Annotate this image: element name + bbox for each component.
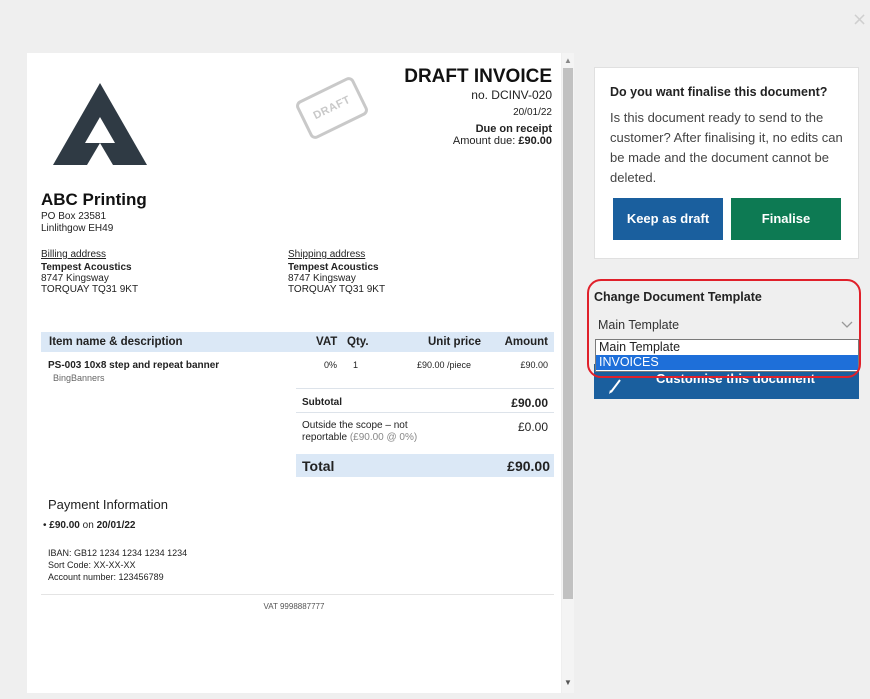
shipping-label: Shipping address xyxy=(288,249,366,260)
finalise-card: Do you want finalise this document? Is t… xyxy=(594,67,859,259)
item-qty: 1 xyxy=(353,360,359,370)
column-qty: Qty. xyxy=(347,336,369,348)
template-title: Change Document Template xyxy=(594,290,762,304)
finalise-button[interactable]: Finalise xyxy=(731,198,841,240)
billing-line: 8747 Kingsway xyxy=(41,273,109,284)
template-select[interactable]: Main Template xyxy=(594,312,859,338)
divider xyxy=(296,388,554,389)
payment-amount: £90.00 xyxy=(49,520,80,531)
company-address-line: Linlithgow EH49 xyxy=(41,223,114,234)
item-description: BingBanners xyxy=(53,373,105,383)
payment-date: 20/01/22 xyxy=(96,520,136,531)
keep-draft-button[interactable]: Keep as draft xyxy=(613,198,723,240)
scrollbar[interactable]: ▲ ▼ xyxy=(562,53,574,693)
payment-on: on xyxy=(82,520,94,531)
subtotal-value: £90.00 xyxy=(511,396,548,410)
item-unit-price: £90.00 /piece xyxy=(417,360,472,370)
template-selected-value: Main Template xyxy=(598,318,680,332)
column-item: Item name & description xyxy=(49,336,183,348)
sort-code: Sort Code: XX-XX-XX xyxy=(48,560,136,570)
scroll-down-arrow[interactable]: ▼ xyxy=(562,679,574,687)
invoice-preview: DRAFT DRAFT INVOICE no. DCINV-020 20/01/… xyxy=(27,53,561,693)
company-name: ABC Printing xyxy=(41,190,147,209)
column-vat: VAT xyxy=(316,336,338,348)
chevron-down-icon xyxy=(841,321,853,328)
column-unit-price: Unit price xyxy=(428,336,482,348)
template-option-main[interactable]: Main Template xyxy=(596,340,858,355)
out-of-scope-detail: (£90.00 @ 0%) xyxy=(349,432,418,443)
account-number: Account number: 123456789 xyxy=(48,572,164,582)
payment-title: Payment Information xyxy=(48,497,168,512)
invoice-number: no. DCINV-020 xyxy=(471,88,552,102)
iban: IBAN: GB12 1234 1234 1234 1234 xyxy=(48,548,188,558)
invoice-header: DRAFT INVOICE no. DCINV-020 20/01/22 Due… xyxy=(404,66,552,147)
due-terms: Due on receipt xyxy=(475,123,552,135)
column-amount: Amount xyxy=(504,336,548,348)
template-dropdown-list: Main Template INVOICES xyxy=(595,339,859,372)
total-value: £90.00 xyxy=(507,458,550,474)
finalise-body: Is this document ready to send to the cu… xyxy=(610,110,843,185)
shipping-line: 8747 Kingsway xyxy=(288,273,356,284)
customise-document-label: Customise this document xyxy=(656,371,815,386)
invoice-date: 20/01/22 xyxy=(513,107,552,118)
vat-registration: VAT 9998887777 xyxy=(263,602,325,611)
document-title: DRAFT INVOICE xyxy=(404,66,552,87)
out-of-scope-value: £0.00 xyxy=(517,420,548,434)
billing-line: TORQUAY TQ31 9KT xyxy=(41,284,139,295)
finalise-title: Do you want finalise this document? xyxy=(610,85,828,99)
billing-name: Tempest Acoustics xyxy=(41,262,132,273)
total-row: Total £90.00 xyxy=(296,454,554,477)
shipping-address: Shipping address Tempest Acoustics 8747 … xyxy=(288,249,385,295)
shipping-name: Tempest Acoustics xyxy=(288,262,379,273)
company-logo xyxy=(53,83,147,165)
close-icon[interactable]: × xyxy=(852,11,868,29)
divider xyxy=(296,412,554,413)
bank-details: IBAN: GB12 1234 1234 1234 1234 Sort Code… xyxy=(48,547,187,583)
amount-due: Amount due: £90.00 xyxy=(404,135,552,147)
item-vat: 0% xyxy=(324,360,338,370)
shipping-line: TORQUAY TQ31 9KT xyxy=(288,284,386,295)
billing-label: Billing address xyxy=(41,249,107,260)
item-name: PS-003 10x8 step and repeat banner xyxy=(48,360,220,371)
amount-due-label: Amount due: xyxy=(452,135,516,147)
company-address-line: PO Box 23581 xyxy=(41,211,107,222)
pencil-icon xyxy=(609,379,621,394)
item-amount: £90.00 xyxy=(520,360,548,370)
amount-due-value: £90.00 xyxy=(518,135,552,147)
items-table-header: Item name & description VAT Qty. Unit pr… xyxy=(41,332,554,352)
scroll-up-arrow[interactable]: ▲ xyxy=(562,57,574,65)
payment-entry: • £90.00 on 20/01/22 xyxy=(43,520,136,531)
scrollbar-thumb[interactable] xyxy=(563,68,573,599)
divider xyxy=(41,594,554,595)
template-option-invoices[interactable]: INVOICES xyxy=(596,355,858,370)
draft-stamp: DRAFT xyxy=(294,75,370,141)
out-of-scope-label: Outside the scope – not reportable (£90.… xyxy=(302,420,432,444)
total-label: Total xyxy=(302,458,335,474)
billing-address: Billing address Tempest Acoustics 8747 K… xyxy=(41,249,138,295)
subtotal-label: Subtotal xyxy=(302,397,342,408)
company-block: ABC Printing PO Box 23581 Linlithgow EH4… xyxy=(41,189,147,235)
